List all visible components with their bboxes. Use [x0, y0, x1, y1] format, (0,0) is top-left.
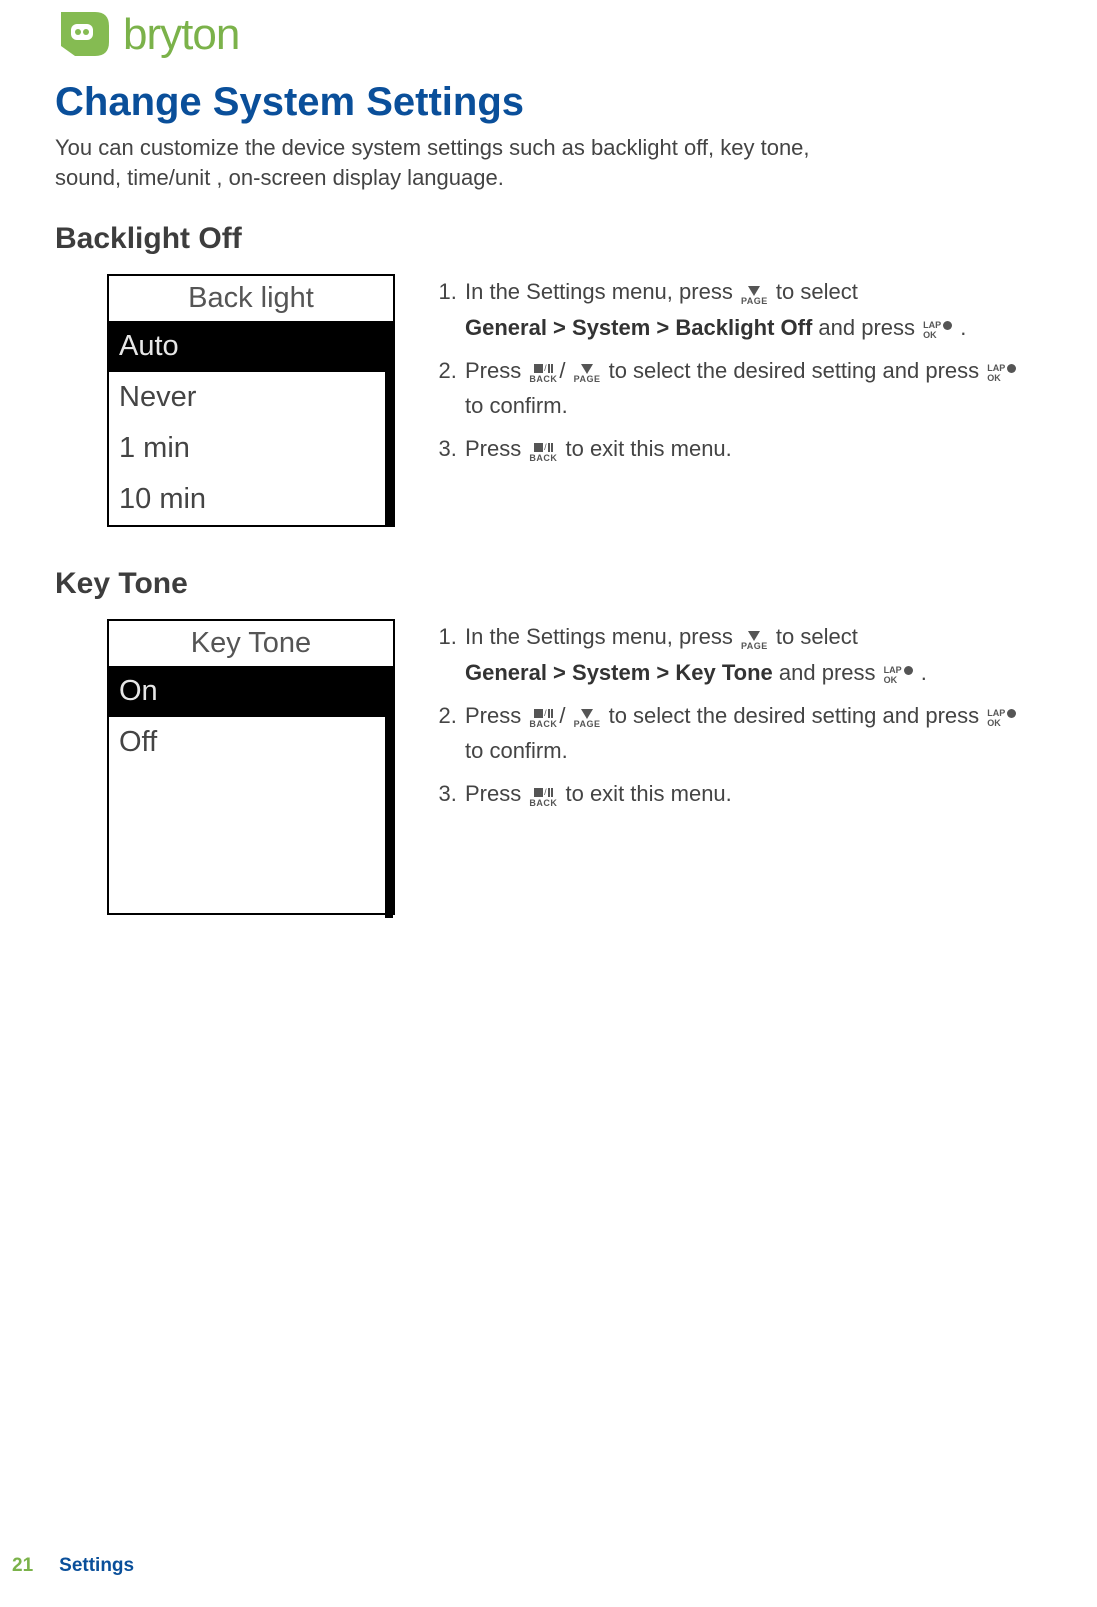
step-text: . [921, 660, 927, 685]
back-icon: / BACK [529, 787, 557, 808]
step-text: to select the desired setting and press [609, 358, 986, 383]
nav-path-part: General [465, 315, 547, 340]
step: Press / BACK to exit this menu. [463, 431, 1042, 466]
step: In the Settings menu, press PAGE to sele… [463, 274, 1042, 344]
step: In the Settings menu, press PAGE to sele… [463, 619, 1042, 689]
nav-path-part: System [572, 660, 650, 685]
brand-wordmark: bryton [123, 10, 239, 60]
logo-mark-icon [55, 10, 111, 60]
step-text: In the Settings menu, press [465, 279, 739, 304]
step-text: to select [776, 624, 858, 649]
step: Press / BACK to exit this menu. [463, 776, 1042, 811]
device-screen-keytone: Key Tone On Off [107, 619, 395, 915]
nav-path-part: Backlight Off [675, 315, 812, 340]
step-text: Press [465, 358, 527, 383]
lap-ok-icon: LAP OK [987, 709, 1016, 728]
section-heading-backlight: Backlight Off [55, 222, 1042, 256]
step-text: to select the desired setting and press [609, 703, 986, 728]
page-down-icon: PAGE [574, 708, 601, 729]
step-text: . [960, 315, 966, 340]
step-text: to exit this menu. [565, 781, 731, 806]
lap-ok-icon: LAP OK [884, 666, 913, 685]
page-number: 21 [12, 1555, 33, 1577]
step-text: In the Settings menu, press [465, 624, 739, 649]
steps-keytone: In the Settings menu, press PAGE to sele… [435, 619, 1042, 819]
page-footer: 21 Settings [0, 1555, 134, 1577]
steps-backlight: In the Settings menu, press PAGE to sele… [435, 274, 1042, 474]
back-icon: / BACK [529, 708, 557, 729]
list-item: Never [109, 372, 385, 423]
nav-path-part: System [572, 315, 650, 340]
section-heading-keytone: Key Tone [55, 567, 1042, 601]
step-text: to select [776, 279, 858, 304]
list-item: On [109, 666, 385, 717]
step-text: and press [779, 660, 882, 685]
nav-path-part: General [465, 660, 547, 685]
footer-section: Settings [59, 1555, 134, 1577]
step-text: to confirm. [465, 738, 568, 763]
step: Press / BACK / PAGE to select the desire… [463, 353, 1042, 423]
page-down-icon: PAGE [741, 285, 768, 306]
lap-ok-icon: LAP OK [987, 364, 1016, 383]
step-text: Press [465, 436, 527, 461]
step-text: to exit this menu. [565, 436, 731, 461]
page-title: Change System Settings [55, 80, 1042, 125]
list-item: 10 min [109, 474, 385, 525]
intro-text: You can customize the device system sett… [55, 133, 875, 192]
page-down-icon: PAGE [741, 630, 768, 651]
lap-ok-icon: LAP OK [923, 321, 952, 340]
back-icon: / BACK [529, 363, 557, 384]
step-text: and press [818, 315, 921, 340]
screen-title: Back light [109, 276, 393, 321]
brand-logo: bryton [55, 10, 1042, 60]
back-icon: / BACK [529, 442, 557, 463]
nav-path-part: Key Tone [675, 660, 772, 685]
step-text: Press [465, 703, 527, 728]
list-item: 1 min [109, 423, 385, 474]
screen-title: Key Tone [109, 621, 393, 666]
device-screen-backlight: Back light Auto Never 1 min 10 min [107, 274, 395, 527]
page-down-icon: PAGE [574, 363, 601, 384]
step-text: Press [465, 781, 527, 806]
list-item: Off [109, 717, 385, 768]
list-item: Auto [109, 321, 385, 372]
step: Press / BACK / PAGE to select the desire… [463, 698, 1042, 768]
screen-list: Auto Never 1 min 10 min [109, 321, 393, 525]
step-text: to confirm. [465, 393, 568, 418]
screen-list: On Off [109, 666, 393, 918]
